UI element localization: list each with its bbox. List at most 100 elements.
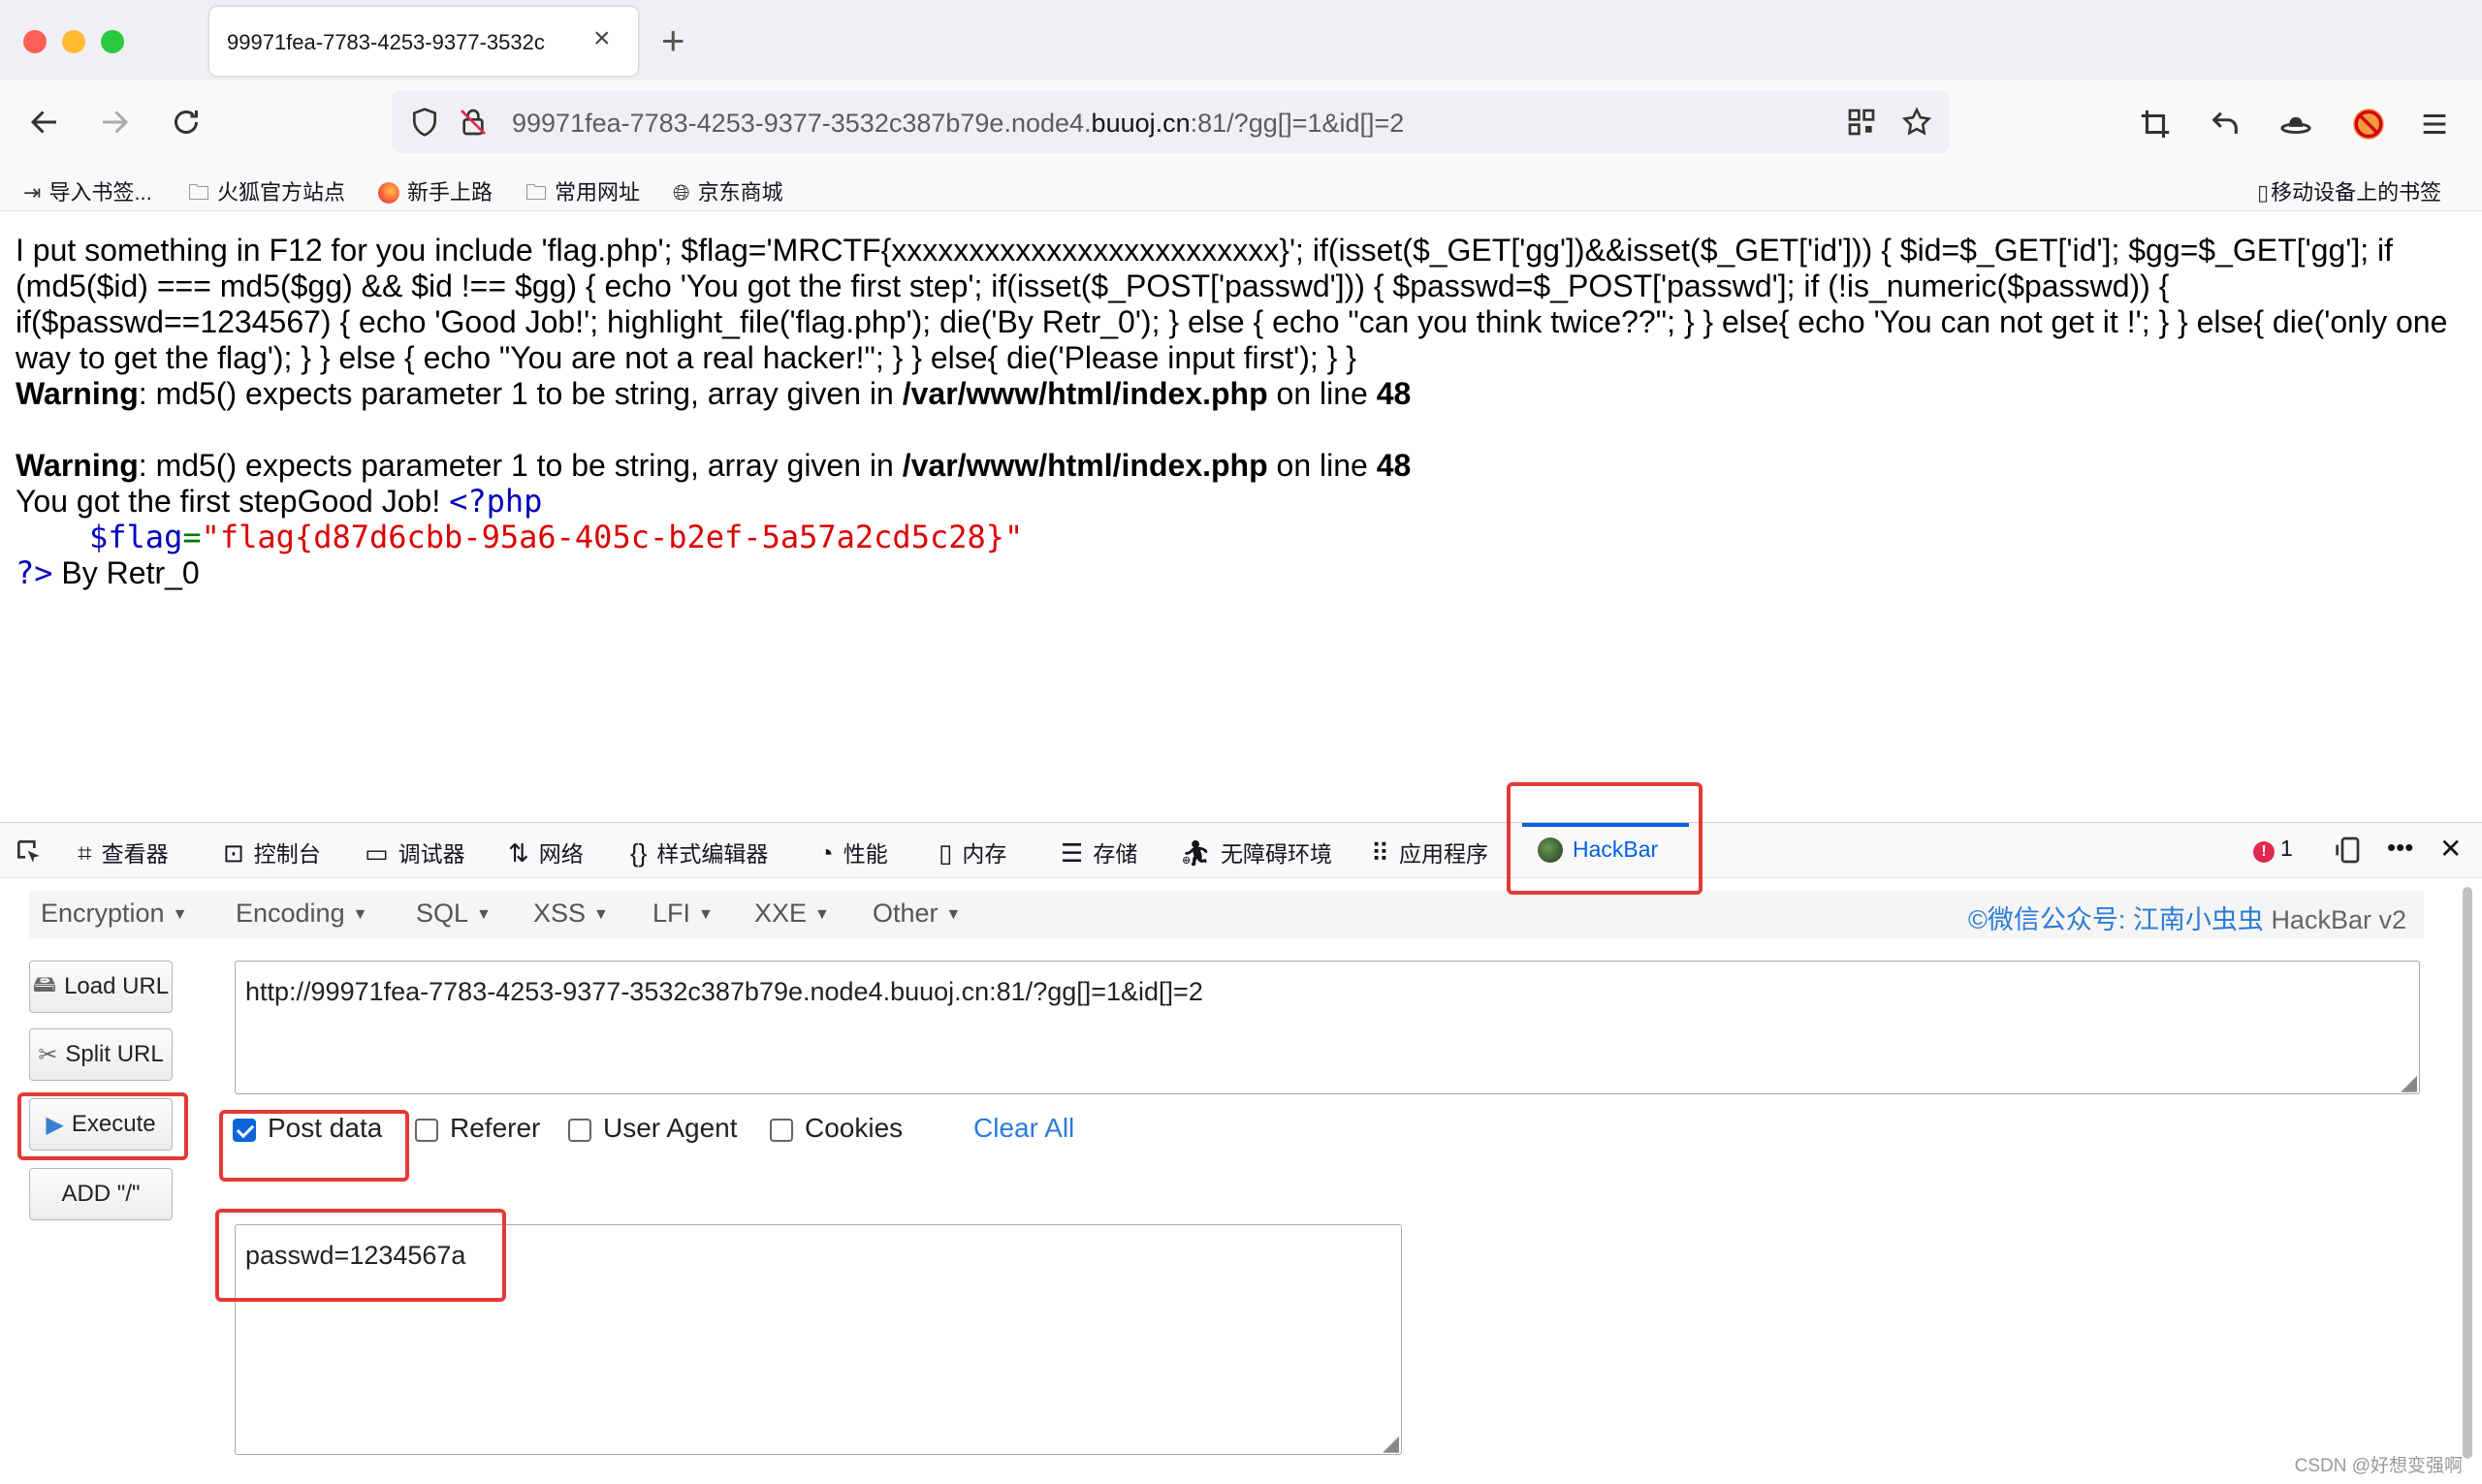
bookmark-star-icon[interactable] <box>1900 106 1933 139</box>
tab-hackbar[interactable]: HackBar <box>1538 837 1658 863</box>
clear-all-link[interactable]: Clear All <box>973 1113 1074 1144</box>
bookmark-getting-started[interactable]: 新手上路 <box>378 175 493 206</box>
shield-icon[interactable] <box>409 107 440 138</box>
bookmark-label: 新手上路 <box>407 180 493 205</box>
url-textarea[interactable]: http://99971fea-7783-4253-9377-3532c387b… <box>235 961 2420 1094</box>
post-data-checkbox[interactable]: Post data <box>233 1113 382 1144</box>
app-grid-icon: ⠿ <box>1371 838 1390 868</box>
url-bar[interactable]: 99971fea-7783-4253-9377-3532c387b79e.nod… <box>392 91 1949 153</box>
tab-console[interactable]: ⊡ 控制台 <box>223 836 321 868</box>
close-devtools-button[interactable]: ✕ <box>2439 833 2462 865</box>
post-data-textarea[interactable]: passwd=1234567a ◢ <box>235 1224 1402 1455</box>
blocker-extension-icon[interactable] <box>2350 106 2387 142</box>
warning-label: Warning <box>16 448 139 483</box>
warning-path: /var/www/html/index.php <box>902 376 1268 411</box>
url-text[interactable]: 99971fea-7783-4253-9377-3532c387b79e.nod… <box>512 109 1404 139</box>
error-count-badge[interactable]: ! 1 <box>2253 836 2293 863</box>
tab-inspector[interactable]: ⌗ 查看器 <box>78 836 169 869</box>
bookmark-jd[interactable]: 🌐︎ 京东商城 <box>673 175 783 206</box>
tab-close-button[interactable]: × <box>593 22 611 55</box>
by-text: By Retr_0 <box>52 555 200 590</box>
checkbox-icon <box>770 1119 793 1142</box>
console-icon: ⊡ <box>223 838 244 868</box>
flag-value: "flag{d87d6cbb-95a6-405c-b2ef-5a57a2cd5c… <box>201 519 1024 555</box>
scissors-icon: ✂︎ <box>38 1041 58 1068</box>
warning-line-number: 48 <box>1376 376 1412 411</box>
menu-lfi[interactable]: LFI ▼ <box>652 899 714 929</box>
warning-line: Warning: md5() expects parameter 1 to be… <box>16 376 2468 412</box>
tab-storage[interactable]: ☰ 存储 <box>1061 836 1137 868</box>
new-tab-button[interactable]: + <box>661 17 685 64</box>
reload-button[interactable] <box>169 105 204 147</box>
undo-arrow-icon[interactable] <box>2209 108 2242 141</box>
more-options-button[interactable]: ••• <box>2387 833 2413 863</box>
gauge-icon: ◔ <box>818 838 834 868</box>
menu-xxe[interactable]: XXE ▼ <box>754 899 830 929</box>
close-window-button[interactable] <box>23 30 47 53</box>
bookmark-common-sites[interactable]: 🗀 常用网址 <box>525 175 640 213</box>
play-icon: ▶︎ <box>46 1111 64 1138</box>
forward-button[interactable] <box>97 105 132 147</box>
tab-label: 网络 <box>538 841 584 867</box>
warning-on: on line <box>1267 376 1377 411</box>
screenshot-crop-icon[interactable] <box>2139 108 2172 141</box>
hat-extension-icon[interactable] <box>2278 108 2313 141</box>
referer-checkbox[interactable]: Referer <box>415 1113 540 1144</box>
load-url-button[interactable]: 🖴︎ Load URL <box>29 961 173 1013</box>
tab-label: 性能 <box>843 841 888 867</box>
tab-memory[interactable]: ▯ 内存 <box>939 836 1006 868</box>
tab-strip: 99971fea-7783-4253-9377-3532c × + <box>0 0 2482 80</box>
responsive-mode-icon[interactable] <box>2335 835 2366 866</box>
user-agent-checkbox[interactable]: User Agent <box>568 1113 738 1144</box>
url-domain: buuoj.cn <box>1091 109 1191 138</box>
execute-button[interactable]: ▶︎ Execute <box>29 1098 173 1151</box>
checkbox-label: User Agent <box>603 1113 738 1143</box>
hamburger-menu-icon[interactable] <box>2418 108 2451 141</box>
qr-code-icon[interactable] <box>1846 107 1877 138</box>
resize-grip-icon[interactable]: ◢ <box>2401 1072 2417 1093</box>
menu-label: XSS <box>533 899 587 928</box>
button-label: Split URL <box>65 1041 164 1067</box>
insecure-lock-icon[interactable] <box>458 107 489 138</box>
menu-sql[interactable]: SQL ▼ <box>416 899 492 929</box>
tab-debugger[interactable]: ▭ 调试器 <box>365 836 465 868</box>
zoom-window-button[interactable] <box>101 30 124 53</box>
devtools-scrollbar[interactable] <box>2461 881 2474 1472</box>
resize-grip-icon[interactable]: ◢ <box>1383 1433 1399 1454</box>
folder-icon: 🗀 <box>188 180 210 205</box>
menu-label: Encryption <box>41 899 165 928</box>
checkbox-checked-icon <box>233 1119 256 1142</box>
error-icon: ! <box>2253 841 2275 863</box>
scrollbar-thumb[interactable] <box>2463 887 2472 1459</box>
cookies-checkbox[interactable]: Cookies <box>770 1113 903 1144</box>
menu-other[interactable]: Other ▼ <box>873 899 961 929</box>
menu-encryption[interactable]: Encryption ▼ <box>41 899 187 929</box>
tab-application[interactable]: ⠿ 应用程序 <box>1371 836 1488 868</box>
accessibility-icon: ⛹︎ <box>1179 838 1212 868</box>
add-slash-button[interactable]: ADD "/" <box>29 1168 173 1220</box>
menu-label: LFI <box>652 899 691 928</box>
checkbox-label: Post data <box>268 1113 383 1143</box>
credit-version: HackBar v2 <box>2271 905 2406 934</box>
element-picker-icon[interactable] <box>14 837 45 868</box>
tab-style-editor[interactable]: {} 样式编辑器 <box>630 836 768 868</box>
debugger-icon: ▭ <box>365 838 389 868</box>
tab-performance[interactable]: ◔ 性能 <box>818 836 888 868</box>
folder-icon: 🗀 <box>525 180 548 205</box>
bookmark-import[interactable]: ⇥ 导入书签... <box>23 175 152 206</box>
bookmark-mobile[interactable]: ▯移动设备上的书签 <box>2257 175 2441 206</box>
tab-network[interactable]: ⇅ 网络 <box>508 836 584 868</box>
bookmark-label: 导入书签... <box>48 180 152 205</box>
button-label: ADD "/" <box>61 1181 141 1207</box>
menu-xss[interactable]: XSS ▼ <box>533 899 609 929</box>
bookmark-firefox-site[interactable]: 🗀 火狐官方站点 <box>188 175 345 213</box>
menu-label: XXE <box>754 899 808 928</box>
split-url-button[interactable]: ✂︎ Split URL <box>29 1028 173 1081</box>
bookmark-label: 京东商城 <box>697 180 783 205</box>
menu-encoding[interactable]: Encoding ▼ <box>236 899 367 929</box>
browser-tab[interactable]: 99971fea-7783-4253-9377-3532c × <box>209 7 638 76</box>
caret-down-icon: ▼ <box>593 905 609 923</box>
back-button[interactable] <box>27 105 62 147</box>
tab-accessibility[interactable]: ⛹︎ 无障碍环境 <box>1179 836 1332 868</box>
minimize-window-button[interactable] <box>62 30 85 53</box>
